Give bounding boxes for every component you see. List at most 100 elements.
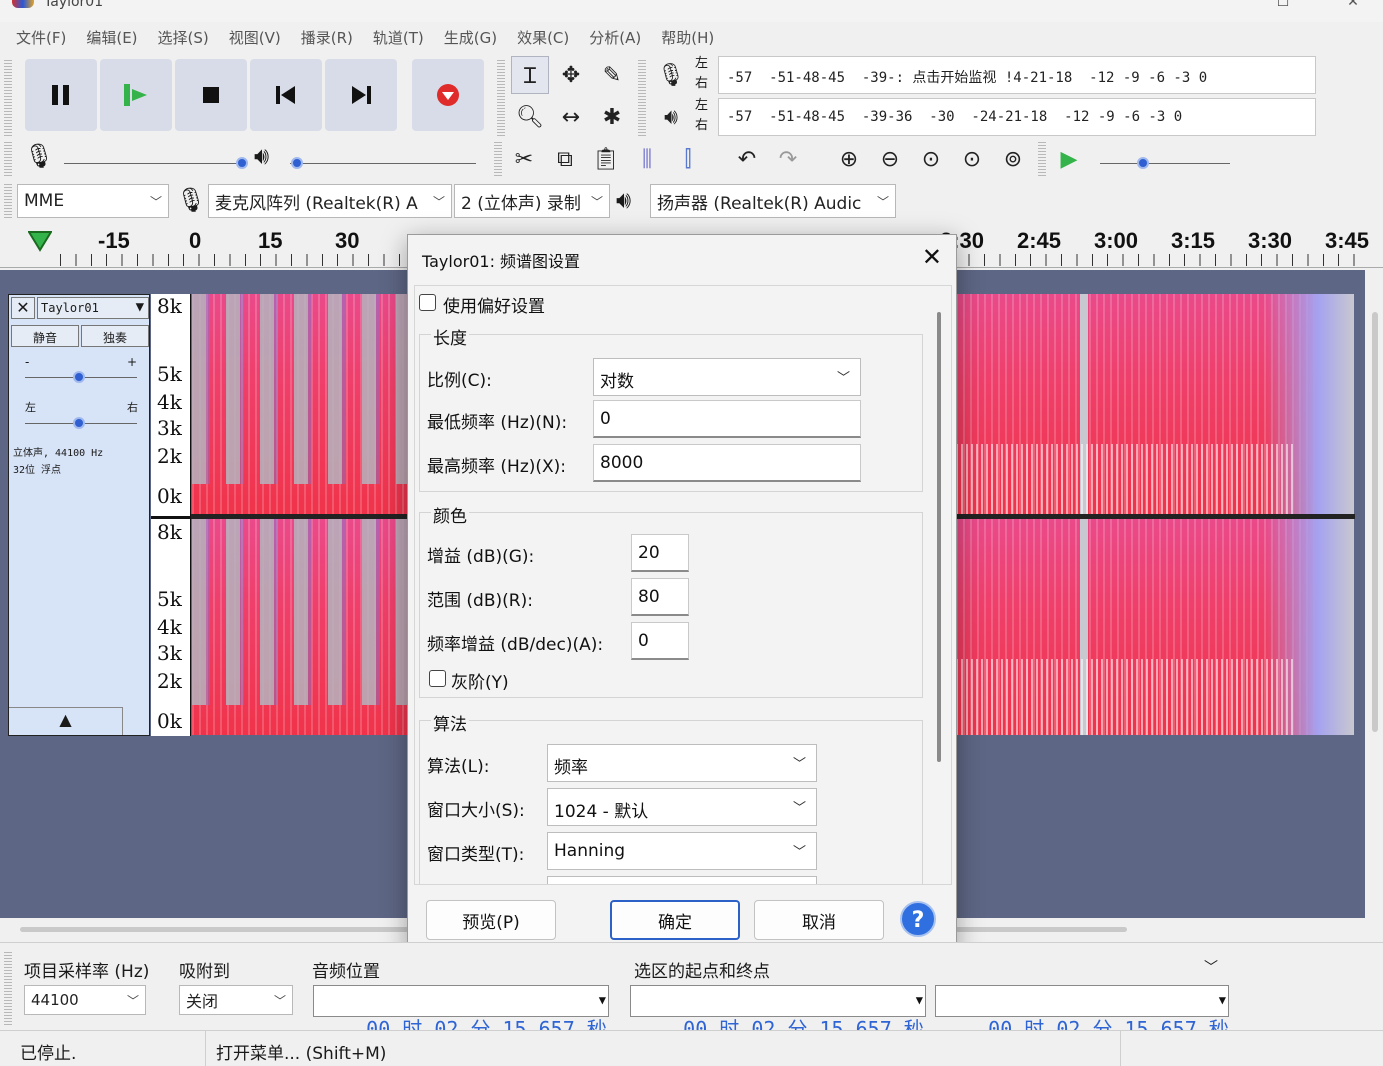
menu-effect[interactable]: 效果(C) bbox=[507, 27, 579, 48]
audio-position-field[interactable]: 00 时 02 分 15.657 秒 ▼ bbox=[313, 985, 609, 1041]
selection-mode-chevron-icon[interactable]: ﹀ bbox=[1204, 957, 1218, 977]
track-name-button[interactable]: Taylor01 ▼ bbox=[37, 297, 149, 319]
envelope-tool-icon[interactable]: ✥ bbox=[552, 56, 590, 94]
frequency-scale[interactable]: 8k 5k 4k 3k 2k 0k 8k 5k 4k 3k 2k 0k bbox=[151, 294, 191, 736]
help-button[interactable]: ? bbox=[900, 901, 936, 937]
min-frequency-input[interactable]: 0 bbox=[593, 400, 861, 438]
play-speed-slider[interactable] bbox=[1137, 157, 1149, 169]
tools-grip[interactable] bbox=[497, 58, 505, 136]
maximize-button[interactable]: ☐ bbox=[1260, 0, 1306, 14]
dialog-scrollbar-thumb[interactable] bbox=[937, 312, 941, 762]
playback-volume-slider[interactable] bbox=[291, 157, 303, 169]
pause-button[interactable] bbox=[25, 59, 97, 131]
redo-icon[interactable]: ↷ bbox=[769, 140, 807, 178]
zoom-out-icon[interactable]: ⊖ bbox=[871, 140, 909, 178]
menu-generate[interactable]: 生成(G) bbox=[434, 27, 507, 48]
record-volume-slider[interactable] bbox=[236, 157, 248, 169]
undo-icon[interactable]: ↶ bbox=[728, 140, 766, 178]
cut-icon[interactable]: ✂ bbox=[505, 140, 543, 178]
recording-device-select[interactable]: 麦克风阵列 (Realtek(R) A ﹀ bbox=[208, 184, 452, 218]
cancel-button[interactable]: 取消 bbox=[754, 900, 884, 940]
menu-help[interactable]: 帮助(H) bbox=[651, 27, 724, 48]
selection-tool-icon[interactable]: Ɪ bbox=[511, 56, 549, 94]
skip-to-end-button[interactable] bbox=[325, 59, 397, 131]
record-meter-mic-icon[interactable]: 🎙︎ bbox=[652, 56, 690, 94]
track-close-button[interactable]: ✕ bbox=[11, 297, 35, 319]
draw-tool-icon[interactable]: ✎ bbox=[593, 56, 631, 94]
max-frequency-input[interactable]: 8000 bbox=[593, 444, 861, 482]
preview-button[interactable]: 预览(P) bbox=[426, 900, 556, 940]
use-preferences-checkbox[interactable] bbox=[419, 294, 436, 311]
mixer-grip[interactable] bbox=[4, 142, 12, 176]
record-meter[interactable]: -57 -51-48-45 -39-: 点击开始监视 !4-21-18 -12 … bbox=[718, 56, 1316, 94]
gain-input[interactable]: 20 bbox=[631, 534, 689, 572]
time-shift-tool-icon[interactable]: ↔ bbox=[552, 98, 590, 136]
play-meter[interactable]: -57 -51-48-45 -39-36 -30 -24-21-18 -12 -… bbox=[718, 98, 1316, 136]
spectrogram-right-channel[interactable] bbox=[192, 519, 408, 735]
spectrogram-left-channel[interactable] bbox=[192, 294, 408, 514]
menu-file[interactable]: 文件(F) bbox=[6, 27, 76, 48]
project-rate-select[interactable]: 44100 ﹀ bbox=[24, 985, 146, 1015]
solo-button[interactable]: 独奏 bbox=[81, 325, 149, 347]
dropdown-arrow-icon[interactable]: ▼ bbox=[599, 993, 606, 1007]
playback-device-select[interactable]: 扬声器 (Realtek(R) Audic ﹀ bbox=[650, 184, 896, 218]
play-button[interactable] bbox=[100, 59, 172, 131]
play-icon bbox=[124, 84, 147, 106]
zoom-toggle-icon[interactable]: ⊚ bbox=[994, 140, 1032, 178]
play-at-speed-icon[interactable]: ▶ bbox=[1050, 140, 1088, 178]
play-at-speed-grip[interactable] bbox=[1038, 142, 1046, 176]
edit-grip[interactable] bbox=[494, 142, 502, 176]
copy-icon[interactable]: ⧉ bbox=[546, 140, 584, 178]
channels-select[interactable]: 2 (立体声) 录制 ﹀ bbox=[454, 184, 610, 218]
menu-analyze[interactable]: 分析(A) bbox=[579, 27, 651, 48]
transport-grip[interactable] bbox=[4, 58, 12, 136]
menu-transport[interactable]: 播录(R) bbox=[291, 27, 363, 48]
record-button[interactable] bbox=[412, 59, 484, 131]
pause-icon bbox=[52, 85, 69, 105]
ok-button[interactable]: 确定 bbox=[610, 900, 740, 940]
gain-slider[interactable] bbox=[73, 371, 85, 383]
window-size-select[interactable]: 1024 - 默认 ﹀ bbox=[547, 788, 817, 826]
selection-start-field[interactable]: 00 时 02 分 15.657 秒 ▼ bbox=[630, 985, 926, 1041]
play-meter-speaker-icon[interactable]: 🔊︎ bbox=[652, 98, 690, 136]
spectrogram-left-channel-tail[interactable] bbox=[956, 294, 1354, 514]
menu-edit[interactable]: 编辑(E) bbox=[76, 27, 147, 48]
algorithm-select[interactable]: 频率 ﹀ bbox=[547, 744, 817, 782]
play-head-marker-icon[interactable] bbox=[27, 230, 53, 256]
device-grip[interactable] bbox=[4, 184, 12, 218]
silence-audio-icon[interactable]: ⫿ bbox=[669, 140, 707, 178]
selection-grip[interactable] bbox=[4, 951, 12, 1025]
scale-select[interactable]: 对数 ﹀ bbox=[593, 358, 861, 396]
zero-padding-select[interactable] bbox=[547, 876, 817, 884]
trim-audio-icon[interactable]: ⫼ bbox=[628, 140, 666, 178]
stop-button[interactable] bbox=[175, 59, 247, 131]
snap-to-select[interactable]: 关闭 ﹀ bbox=[179, 985, 293, 1015]
dropdown-arrow-icon[interactable]: ▼ bbox=[916, 993, 923, 1007]
vertical-scrollbar[interactable] bbox=[1372, 312, 1378, 732]
fit-selection-icon[interactable]: ⊙ bbox=[912, 140, 950, 178]
mute-button[interactable]: 静音 bbox=[11, 325, 79, 347]
frequency-gain-input[interactable]: 0 bbox=[631, 622, 689, 660]
menu-tracks[interactable]: 轨道(T) bbox=[363, 27, 434, 48]
menu-view[interactable]: 视图(V) bbox=[219, 27, 291, 48]
dropdown-arrow-icon[interactable]: ▼ bbox=[1219, 993, 1226, 1007]
zoom-tool-icon[interactable]: 🔍︎ bbox=[511, 98, 549, 136]
collapse-track-button[interactable]: ▲ bbox=[9, 707, 123, 735]
spectrogram-right-channel-tail[interactable] bbox=[956, 519, 1354, 735]
dialog-close-icon[interactable]: ✕ bbox=[922, 243, 942, 271]
selection-end-field[interactable]: 00 时 02 分 15.657 秒 ▼ bbox=[935, 985, 1229, 1041]
paste-icon[interactable]: 📋︎ bbox=[587, 140, 625, 178]
host-select[interactable]: MME ﹀ bbox=[17, 184, 169, 218]
skip-to-start-button[interactable] bbox=[250, 59, 322, 131]
meter-grip[interactable] bbox=[638, 58, 646, 136]
zoom-in-icon[interactable]: ⊕ bbox=[830, 140, 868, 178]
range-input[interactable]: 80 bbox=[631, 578, 689, 616]
pan-slider[interactable] bbox=[73, 417, 85, 429]
record-volume-mic-icon: 🎙︎ bbox=[24, 142, 55, 170]
grayscale-checkbox[interactable] bbox=[429, 670, 446, 687]
window-type-select[interactable]: Hanning ﹀ bbox=[547, 832, 817, 870]
menu-select[interactable]: 选择(S) bbox=[148, 27, 219, 48]
fit-project-icon[interactable]: ⊙ bbox=[953, 140, 991, 178]
close-window-button[interactable]: ✕ bbox=[1330, 0, 1376, 14]
multi-tool-icon[interactable]: ✱ bbox=[593, 98, 631, 136]
